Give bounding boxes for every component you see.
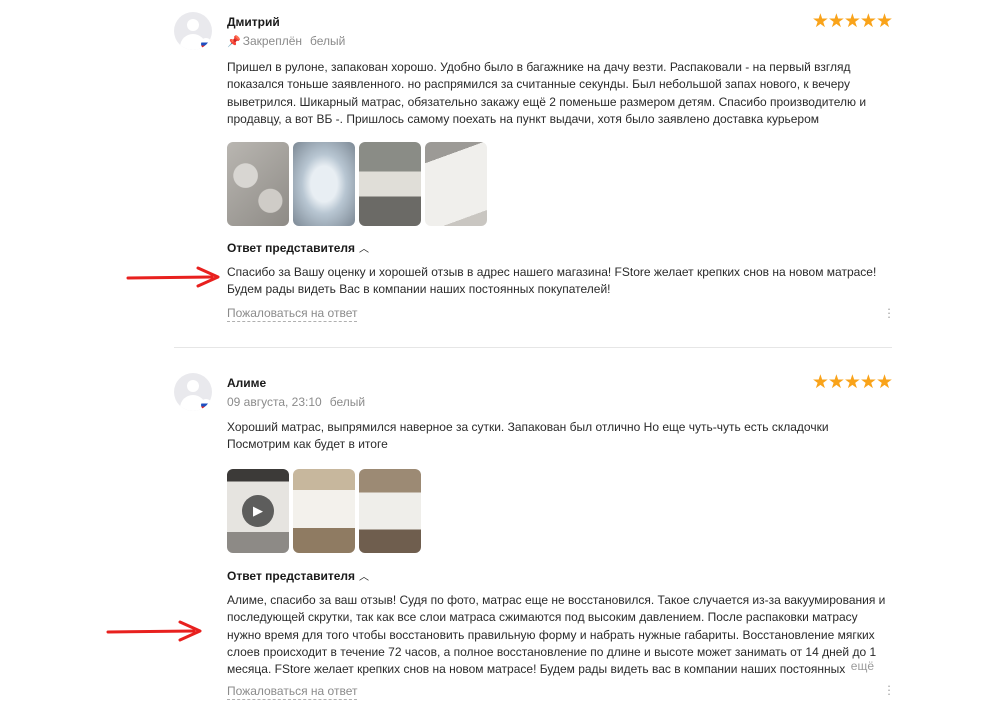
more-vertical-icon[interactable]: · · · bbox=[886, 302, 892, 323]
author-name: Алиме bbox=[227, 376, 267, 390]
more-vertical-icon[interactable]: · · · bbox=[886, 679, 892, 700]
review-photo[interactable] bbox=[227, 142, 289, 226]
show-more-link[interactable]: ещё bbox=[844, 659, 874, 673]
review-text: Пришел в рулоне, запакован хорошо. Удобн… bbox=[227, 60, 867, 126]
review-photo[interactable] bbox=[425, 142, 487, 226]
seller-reply-toggle[interactable]: Ответ представителя ︿ bbox=[227, 568, 369, 583]
pinned-label: Закреплён bbox=[242, 34, 303, 48]
review-text: Хороший матрас, выпрямился наверное за с… bbox=[227, 420, 829, 452]
avatar-head bbox=[187, 19, 199, 31]
play-icon[interactable]: ▶ bbox=[242, 495, 274, 527]
annotation-arrow bbox=[106, 620, 202, 642]
author-name: Дмитрий bbox=[227, 15, 280, 29]
review-meta: 📌 Закреплён белый bbox=[227, 34, 345, 48]
complain-link[interactable]: Пожаловаться на ответ bbox=[227, 306, 358, 322]
avatar-head bbox=[187, 380, 199, 392]
review-photos bbox=[227, 142, 487, 226]
russia-flag-icon bbox=[200, 38, 212, 50]
review-photo[interactable] bbox=[293, 142, 355, 226]
chevron-up-icon: ︿ bbox=[359, 244, 370, 255]
pin-icon: 📌 bbox=[227, 36, 241, 48]
seller-reply-text: Спасибо за Вашу оценку и хорошей отзыв в… bbox=[227, 265, 877, 297]
avatar[interactable] bbox=[174, 12, 212, 50]
rating-stars: ★★★★★ bbox=[811, 11, 893, 32]
review-photo[interactable] bbox=[359, 469, 421, 553]
rating-stars: ★★★★★ bbox=[811, 372, 893, 393]
chevron-up-icon: ︿ bbox=[359, 572, 370, 583]
review-photo[interactable] bbox=[293, 469, 355, 553]
review-date: 09 августа, 23:10 bbox=[227, 395, 322, 409]
review-meta: 09 августа, 23:10 белый bbox=[227, 395, 365, 409]
reply-title: Ответ представителя bbox=[227, 241, 356, 255]
russia-flag-icon bbox=[200, 399, 212, 411]
product-color: белый bbox=[329, 395, 366, 409]
review-video[interactable]: ▶ bbox=[227, 469, 289, 553]
review-divider bbox=[174, 347, 892, 348]
avatar[interactable] bbox=[174, 373, 212, 411]
seller-reply-text: Алиме, спасибо за ваш отзыв! Судя по фот… bbox=[227, 593, 886, 677]
reply-title: Ответ представителя bbox=[227, 569, 356, 583]
review-photos: ▶ bbox=[227, 469, 421, 553]
complain-link[interactable]: Пожаловаться на ответ bbox=[227, 684, 358, 700]
review-photo[interactable] bbox=[359, 142, 421, 226]
annotation-arrow bbox=[126, 266, 220, 288]
seller-reply-toggle[interactable]: Ответ представителя ︿ bbox=[227, 240, 369, 255]
product-color: белый bbox=[310, 34, 346, 48]
